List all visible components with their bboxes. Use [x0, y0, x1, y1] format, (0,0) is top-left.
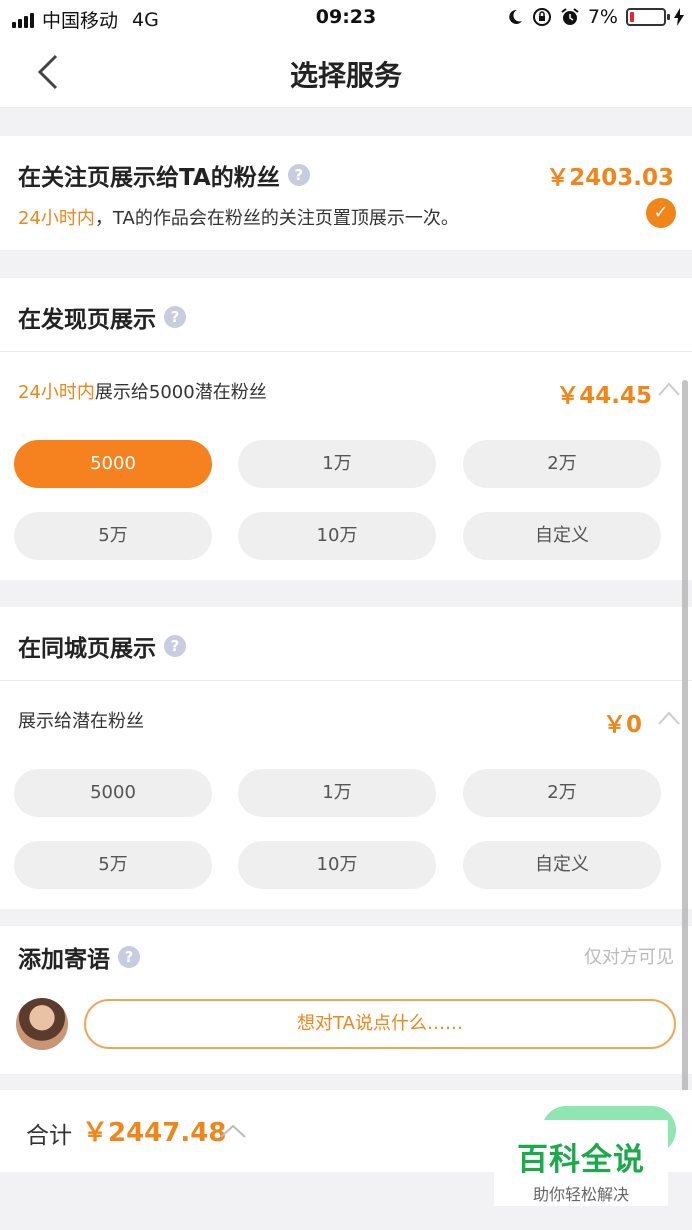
option-50k[interactable]: 5万 — [14, 512, 212, 560]
note-section-title: 添加寄语 ? — [18, 940, 140, 974]
help-icon[interactable]: ? — [287, 164, 310, 186]
option-10k[interactable]: 1万 — [238, 769, 436, 817]
note-input[interactable]: 想对TA说点什么…… — [84, 999, 676, 1049]
battery-icon — [626, 8, 670, 26]
local-title-text: 在同城页展示 — [18, 636, 156, 662]
discover-desc-highlight: 24小时内 — [18, 382, 95, 403]
help-icon[interactable]: ? — [164, 635, 186, 657]
watermark-brand: 百科全说 — [517, 1142, 645, 1178]
total-label: 合计 — [26, 1123, 72, 1149]
moon-icon — [509, 9, 522, 24]
option-50k[interactable]: 5万 — [14, 841, 212, 889]
watermark-slogan: 助你轻松解决 — [532, 1185, 629, 1204]
scrollbar[interactable] — [682, 380, 688, 1100]
local-description: 展示给潜在粉丝 — [18, 711, 144, 732]
help-icon[interactable]: ? — [164, 306, 186, 328]
follow-title-text: 在关注页展示给TA的粉丝 — [18, 165, 280, 191]
orientation-lock-icon — [532, 8, 551, 26]
chevron-up-icon[interactable] — [658, 711, 680, 725]
local-section: 在同城页展示 ? 展示给潜在粉丝 ￥0 5000 1万 2万 5万 10万 自定… — [0, 607, 692, 909]
discover-description: 24小时内展示给5000潜在粉丝 — [18, 378, 267, 404]
option-100k[interactable]: 10万 — [238, 512, 436, 560]
check-icon[interactable]: ✓ — [646, 198, 676, 228]
note-visibility-hint: 仅对方可见 — [584, 947, 674, 968]
divider — [0, 680, 692, 681]
option-custom[interactable]: 自定义 — [463, 841, 661, 889]
follow-section-title: 在关注页展示给TA的粉丝 ? — [18, 158, 310, 192]
chevron-up-icon[interactable] — [220, 1124, 246, 1138]
follow-price: ￥2403.03 — [546, 165, 674, 191]
page-title: 选择服务 — [289, 59, 402, 92]
note-title-text: 添加寄语 — [18, 947, 110, 973]
follow-desc-text: ，TA的作品会在粉丝的关注页置顶展示一次。 — [94, 208, 459, 229]
discover-title-text: 在发现页展示 — [18, 307, 156, 333]
option-5000[interactable]: 5000 — [14, 769, 212, 817]
option-5000[interactable]: 5000 — [14, 440, 212, 488]
nav-bar: 选择服务 — [0, 36, 692, 108]
follow-desc-highlight: 24小时内 — [18, 208, 95, 229]
total-value: ￥2447.48 — [82, 1118, 227, 1148]
watermark-logo: 百科全说 助你轻松解决 — [494, 1120, 668, 1206]
discover-section-title: 在发现页展示 ? — [18, 300, 186, 334]
alarm-icon — [561, 8, 579, 25]
follow-page-option[interactable]: 在关注页展示给TA的粉丝 ? ￥2403.03 24小时内，TA的作品会在粉丝的… — [0, 136, 692, 250]
option-custom[interactable]: 自定义 — [463, 512, 661, 560]
local-price: ￥0 — [602, 712, 642, 738]
note-section: 添加寄语 ? 仅对方可见 想对TA说点什么…… — [0, 926, 692, 1074]
status-bar: 中国移动 4G 09:23 7% — [0, 0, 692, 36]
option-20k[interactable]: 2万 — [463, 769, 661, 817]
option-20k[interactable]: 2万 — [463, 440, 661, 488]
local-section-title: 在同城页展示 ? — [18, 629, 186, 663]
discover-section: 在发现页展示 ? 24小时内展示给5000潜在粉丝 ￥44.45 5000 1万… — [0, 278, 692, 580]
help-icon[interactable]: ? — [118, 946, 140, 968]
discover-desc-text: 展示给5000潜在粉丝 — [94, 382, 267, 403]
discover-price: ￥44.45 — [556, 383, 652, 409]
battery-percent: 7% — [587, 6, 618, 28]
avatar — [16, 998, 68, 1050]
follow-description: 24小时内，TA的作品会在粉丝的关注页置顶展示一次。 — [18, 204, 459, 230]
option-10k[interactable]: 1万 — [238, 440, 436, 488]
divider — [0, 351, 692, 352]
chevron-up-icon[interactable] — [658, 382, 680, 396]
charging-icon — [674, 8, 684, 26]
option-100k[interactable]: 10万 — [238, 841, 436, 889]
